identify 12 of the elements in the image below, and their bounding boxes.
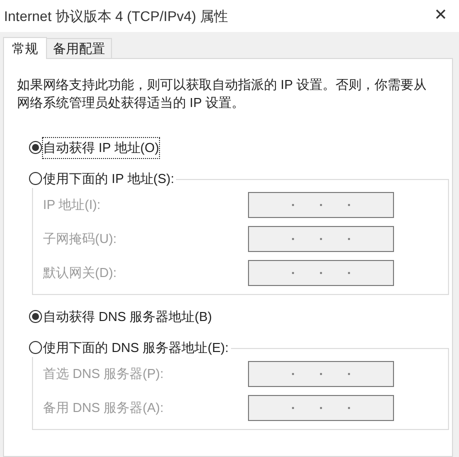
field-label: 子网掩码(U):: [43, 230, 118, 248]
tab[interactable]: 常规: [3, 37, 47, 59]
description-text: 如果网络支持此功能，则可以获取自动指派的 IP 设置。否则，你需要从网络系统管理员处获得适当的 IP 设置。: [17, 76, 427, 112]
field-label: 备用 DNS 服务器(A):: [43, 399, 165, 418]
close-button[interactable]: ✕: [434, 8, 447, 24]
field-label: 默认网关(D):: [43, 264, 118, 282]
radio-option[interactable]: 自动获得 DNS 服务器地址(B): [29, 307, 214, 326]
field-label: IP 地址(I):: [43, 196, 102, 214]
window-title: Internet 协议版本 4 (TCP/IPv4) 属性: [4, 6, 230, 26]
tab[interactable]: 备用配置: [47, 38, 112, 58]
field-label: 首选 DNS 服务器(P):: [43, 365, 165, 384]
radio-option[interactable]: 自动获得 IP 地址(O): [29, 138, 162, 158]
